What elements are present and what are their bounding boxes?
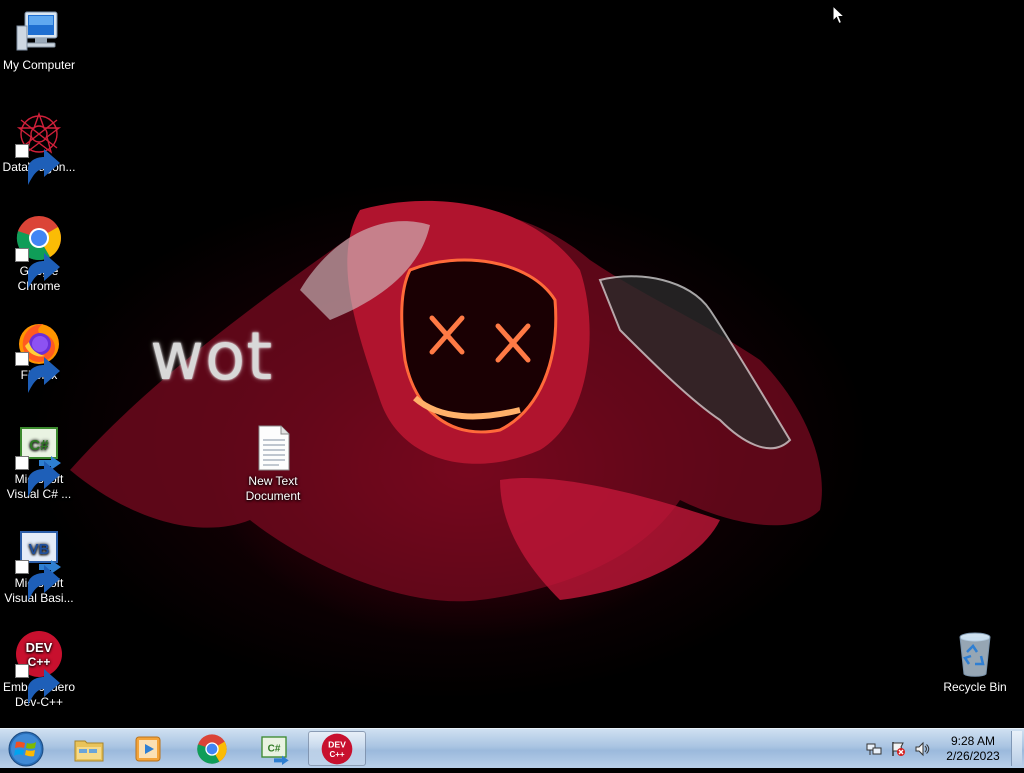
taskbar-dev-cpp[interactable]: DEV C++: [308, 731, 366, 766]
network-icon[interactable]: [866, 741, 882, 757]
desktop-icon-datawagon[interactable]: DataWagon...: [0, 110, 78, 185]
action-center-flag-icon[interactable]: [890, 741, 906, 757]
clock-date: 2/26/2023: [946, 749, 1000, 763]
computer-icon: [15, 8, 63, 56]
taskbar-chrome[interactable]: [185, 731, 239, 766]
shortcut-arrow-icon: [15, 560, 60, 601]
windows-logo-icon: [8, 731, 44, 767]
desktop-icon-visual-basic[interactable]: VB Microsoft Visual Basi...: [0, 526, 78, 606]
recycle-bin-icon: [951, 630, 999, 678]
desktop-icon-recycle-bin[interactable]: Recycle Bin: [936, 630, 1014, 695]
firefox-icon: [15, 318, 63, 393]
shortcut-arrow-icon: [15, 664, 60, 705]
icon-label: New Text Document: [245, 474, 301, 503]
desktop-icon-new-text-document[interactable]: New Text Document: [234, 424, 312, 504]
clock-time: 9:28 AM: [950, 734, 996, 748]
devcpp-icon: DEV C++: [321, 733, 353, 764]
svg-text:C#: C#: [29, 437, 49, 454]
volume-icon[interactable]: [914, 741, 930, 757]
show-desktop-button[interactable]: [1011, 731, 1022, 766]
icon-label: Recycle Bin: [943, 680, 1007, 694]
taskbar-visual-csharp[interactable]: C#: [247, 731, 301, 766]
shortcut-arrow-icon: [15, 456, 60, 497]
svg-text:C#: C#: [268, 743, 281, 754]
datawagon-icon: [15, 110, 63, 185]
taskbar-media-player[interactable]: [122, 731, 176, 766]
shortcut-arrow-icon: [15, 144, 60, 185]
chrome-icon: [197, 733, 227, 764]
desktop-icon-my-computer[interactable]: My Computer: [0, 8, 78, 73]
svg-text:DEV: DEV: [328, 739, 346, 749]
visual-csharp-icon: C#: [15, 422, 63, 497]
desktop-icon-google-chrome[interactable]: Google Chrome: [0, 214, 78, 294]
taskbar-file-explorer[interactable]: [62, 731, 116, 766]
chrome-icon: [15, 214, 63, 289]
text-document-icon: [249, 424, 297, 472]
wallpaper-text: wot: [150, 318, 274, 395]
svg-text:C++: C++: [329, 750, 344, 759]
mouse-cursor-icon: [832, 5, 845, 25]
shortcut-arrow-icon: [15, 352, 60, 393]
visual-basic-icon: VB: [15, 526, 63, 601]
taskbar-clock[interactable]: 9:28 AM 2/26/2023: [938, 734, 1008, 764]
desktop-icon-dev-cpp[interactable]: DEV C++ Embarcadero Dev-C++: [0, 630, 78, 710]
icon-label: My Computer: [2, 58, 76, 72]
svg-text:DEV: DEV: [26, 640, 53, 655]
desktop-icon-firefox[interactable]: Firefox: [0, 318, 78, 393]
devcpp-icon: DEV C++: [15, 630, 63, 705]
desktop[interactable]: wot My Computer Chrome C# Visual C# ... …: [0, 0, 1024, 728]
svg-text:VB: VB: [29, 541, 50, 558]
taskbar: C# DEV C++ 9:28 AM 2/26/2023: [0, 728, 1024, 768]
desktop-icon-visual-csharp[interactable]: C# Microsoft Visual C# ...: [0, 422, 78, 502]
file-explorer-icon: [74, 740, 104, 761]
visual-csharp-icon: C#: [261, 735, 289, 765]
start-button[interactable]: [4, 730, 48, 768]
shortcut-arrow-icon: [15, 248, 60, 289]
media-player-icon: [135, 736, 161, 761]
